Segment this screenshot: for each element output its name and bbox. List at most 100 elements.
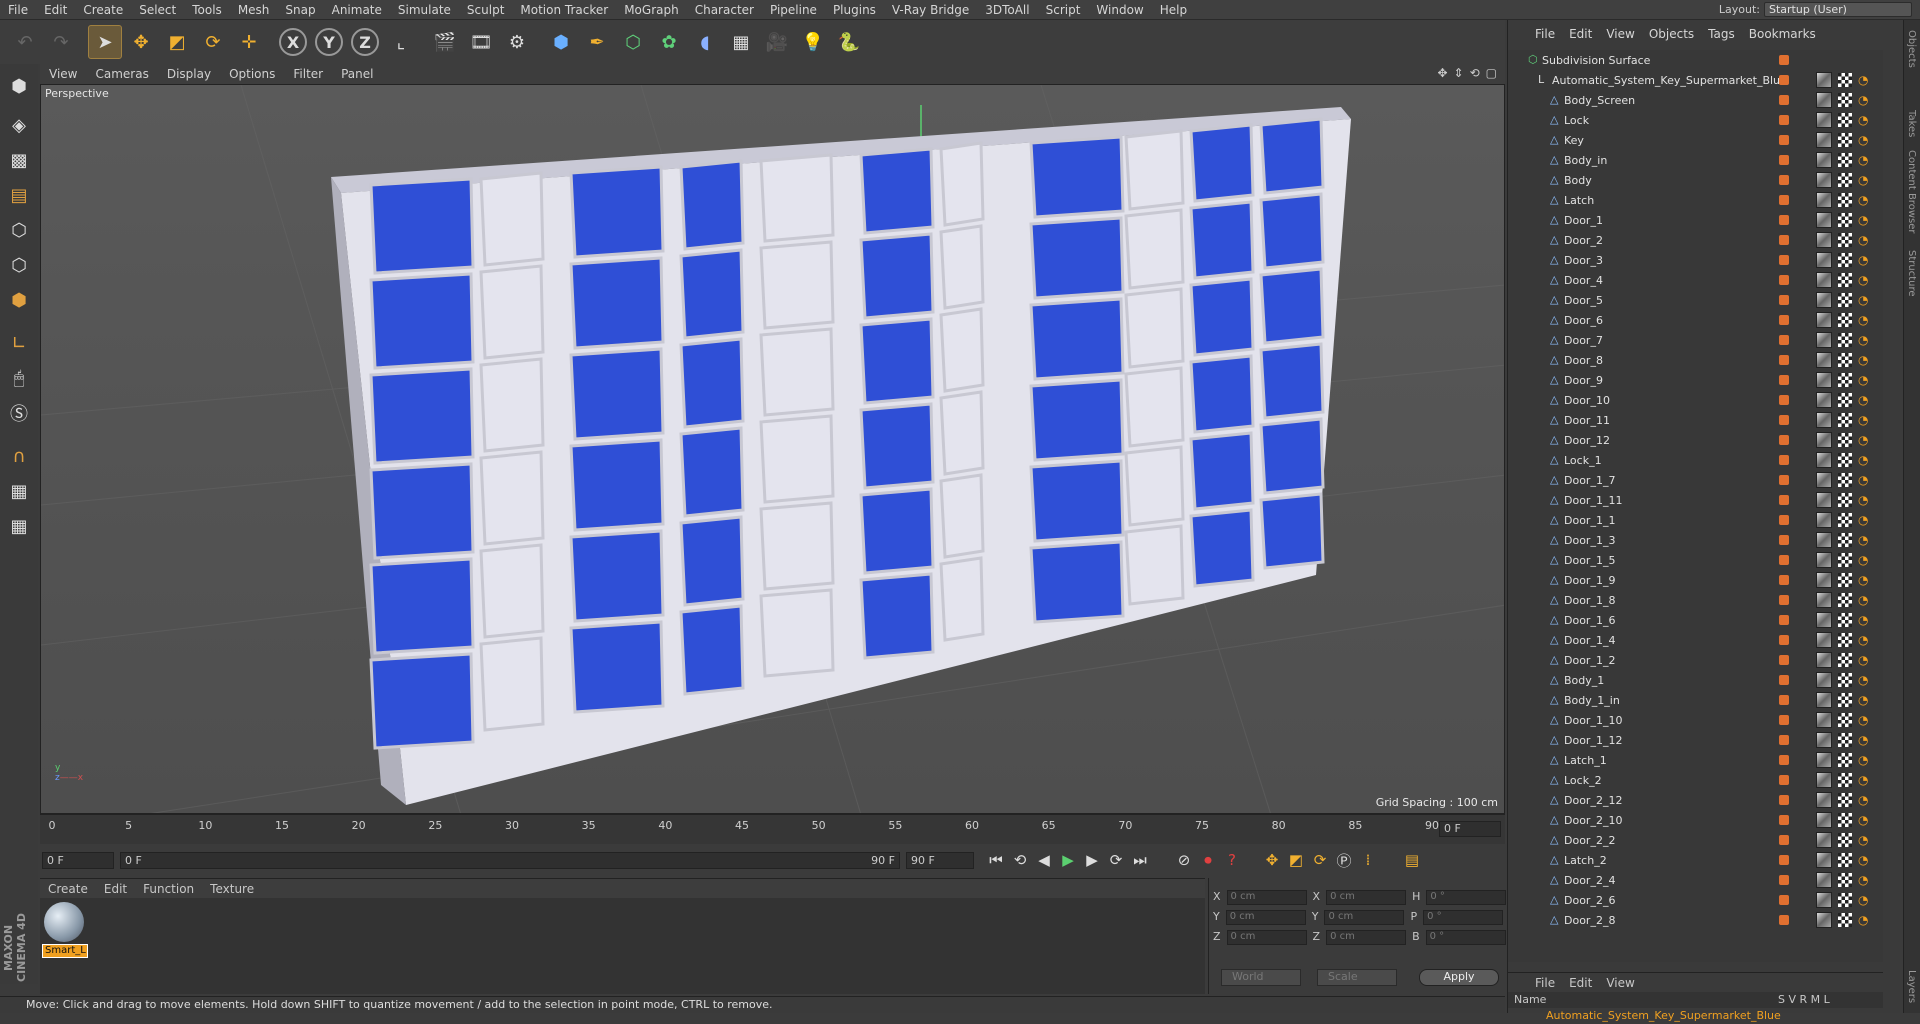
phong-tag-icon[interactable]: ◔ (1858, 473, 1870, 487)
polygons-mode-icon[interactable]: ⬢ (3, 284, 35, 316)
layer-color-swatch[interactable] (1779, 115, 1789, 125)
material-tag-icon[interactable] (1816, 212, 1832, 228)
coord-field[interactable]: 0 cm (1324, 910, 1405, 925)
uvw-tag-icon[interactable] (1838, 213, 1852, 227)
material-tag-icon[interactable] (1816, 732, 1832, 748)
rotate-tool-icon[interactable]: ⟳ (196, 25, 230, 59)
object-row[interactable]: △ Door_10 ◔ (1508, 390, 1883, 410)
layer-color-swatch[interactable] (1779, 215, 1789, 225)
scale-mode-dropdown[interactable]: Scale (1317, 969, 1397, 986)
material-tag-icon[interactable] (1816, 652, 1832, 668)
layer-color-swatch[interactable] (1779, 415, 1789, 425)
object-row[interactable]: △ Door_2_4 ◔ (1508, 870, 1883, 890)
phong-tag-icon[interactable]: ◔ (1858, 213, 1870, 227)
end-frame-field[interactable]: 90 F (906, 851, 974, 869)
orbit-icon[interactable]: ⟲ (1470, 66, 1480, 80)
material-tag-icon[interactable] (1816, 452, 1832, 468)
object-row[interactable]: △ Door_9 ◔ (1508, 370, 1883, 390)
uvw-tag-icon[interactable] (1838, 613, 1852, 627)
layer-color-swatch[interactable] (1779, 435, 1789, 445)
coord-field[interactable]: 0 cm (1326, 890, 1407, 905)
deformer-icon[interactable]: ◖ (688, 25, 722, 59)
material-tag-icon[interactable] (1816, 252, 1832, 268)
viewport-menu-view[interactable]: View (40, 67, 86, 81)
material-tag-icon[interactable] (1816, 152, 1832, 168)
layer-menu-file[interactable]: File (1528, 976, 1562, 990)
object-row[interactable]: △ Door_8 ◔ (1508, 350, 1883, 370)
object-row[interactable]: ⬡ Subdivision Surface (1508, 50, 1883, 70)
material-tag-icon[interactable] (1816, 692, 1832, 708)
layer-color-swatch[interactable] (1779, 895, 1789, 905)
layer-color-swatch[interactable] (1779, 575, 1789, 585)
material-tag-icon[interactable] (1816, 532, 1832, 548)
scale-tool-icon[interactable]: ◩ (160, 25, 194, 59)
uvw-tag-icon[interactable] (1838, 893, 1852, 907)
material-tag-icon[interactable] (1816, 472, 1832, 488)
object-row[interactable]: △ Latch_2 ◔ (1508, 850, 1883, 870)
menu-item-pipeline[interactable]: Pipeline (762, 3, 825, 17)
phong-tag-icon[interactable]: ◔ (1858, 313, 1870, 327)
next-key-icon[interactable]: ⟳ (1104, 848, 1128, 872)
object-row[interactable]: △ Door_1_4 ◔ (1508, 630, 1883, 650)
phong-tag-icon[interactable]: ◔ (1858, 833, 1870, 847)
material-tag-icon[interactable] (1816, 512, 1832, 528)
object-row[interactable]: △ Lock ◔ (1508, 110, 1883, 130)
camera-icon[interactable]: 🎥 (760, 25, 794, 59)
phong-tag-icon[interactable]: ◔ (1858, 593, 1870, 607)
object-row[interactable]: △ Door_1_8 ◔ (1508, 590, 1883, 610)
layer-color-swatch[interactable] (1779, 55, 1789, 65)
subdivision-generator-icon[interactable]: ⬡ (616, 25, 650, 59)
phong-tag-icon[interactable]: ◔ (1858, 273, 1870, 287)
phong-tag-icon[interactable]: ◔ (1858, 653, 1870, 667)
phong-tag-icon[interactable]: ◔ (1858, 753, 1870, 767)
layer-color-swatch[interactable] (1779, 755, 1789, 765)
layer-color-swatch[interactable] (1779, 95, 1789, 105)
material-tag-icon[interactable] (1816, 492, 1832, 508)
layer-color-swatch[interactable] (1779, 175, 1789, 185)
menu-item-3dtoall[interactable]: 3DToAll (977, 3, 1037, 17)
side-tab-objects[interactable]: Objects (1906, 30, 1917, 68)
phong-tag-icon[interactable]: ◔ (1858, 493, 1870, 507)
floor-scene-icon[interactable]: ▦ (724, 25, 758, 59)
phong-tag-icon[interactable]: ◔ (1858, 453, 1870, 467)
material-tag-icon[interactable] (1816, 92, 1832, 108)
uvw-tag-icon[interactable] (1838, 833, 1852, 847)
uvw-tag-icon[interactable] (1838, 193, 1852, 207)
magnet-icon[interactable]: ∩ (3, 440, 35, 472)
phong-tag-icon[interactable]: ◔ (1858, 193, 1870, 207)
layer-color-swatch[interactable] (1779, 455, 1789, 465)
uvw-tag-icon[interactable] (1838, 633, 1852, 647)
phong-tag-icon[interactable]: ◔ (1858, 253, 1870, 267)
menu-item-edit[interactable]: Edit (36, 3, 75, 17)
phong-tag-icon[interactable]: ◔ (1858, 333, 1870, 347)
layer-color-swatch[interactable] (1779, 535, 1789, 545)
key-position-icon[interactable]: ✥ (1260, 848, 1284, 872)
menu-item-mesh[interactable]: Mesh (230, 3, 278, 17)
object-row[interactable]: △ Door_1_2 ◔ (1508, 650, 1883, 670)
uvw-tag-icon[interactable] (1838, 233, 1852, 247)
render-settings-icon[interactable]: ⚙ (500, 25, 534, 59)
object-row[interactable]: △ Lock_2 ◔ (1508, 770, 1883, 790)
material-tag-icon[interactable] (1816, 912, 1832, 928)
layer-menu-edit[interactable]: Edit (1562, 976, 1599, 990)
object-row[interactable]: △ Door_1_12 ◔ (1508, 730, 1883, 750)
uvw-tag-icon[interactable] (1838, 353, 1852, 367)
z-axis-lock-icon[interactable]: Z (351, 28, 379, 56)
phong-tag-icon[interactable]: ◔ (1858, 673, 1870, 687)
light-icon[interactable]: 💡 (796, 25, 830, 59)
object-row[interactable]: △ Door_1_7 ◔ (1508, 470, 1883, 490)
material-tag-icon[interactable] (1816, 592, 1832, 608)
render-view-icon[interactable]: 🎬 (428, 25, 462, 59)
phong-tag-icon[interactable]: ◔ (1858, 413, 1870, 427)
phong-tag-icon[interactable]: ◔ (1858, 173, 1870, 187)
key-scale-icon[interactable]: ◩ (1284, 848, 1308, 872)
uvw-tag-icon[interactable] (1838, 433, 1852, 447)
object-row[interactable]: △ Door_3 ◔ (1508, 250, 1883, 270)
material-tag-icon[interactable] (1816, 832, 1832, 848)
layer-color-swatch[interactable] (1779, 135, 1789, 145)
phong-tag-icon[interactable]: ◔ (1858, 353, 1870, 367)
material-tag-icon[interactable] (1816, 392, 1832, 408)
uvw-tag-icon[interactable] (1838, 553, 1852, 567)
object-row[interactable]: △ Latch_1 ◔ (1508, 750, 1883, 770)
uvw-tag-icon[interactable] (1838, 753, 1852, 767)
